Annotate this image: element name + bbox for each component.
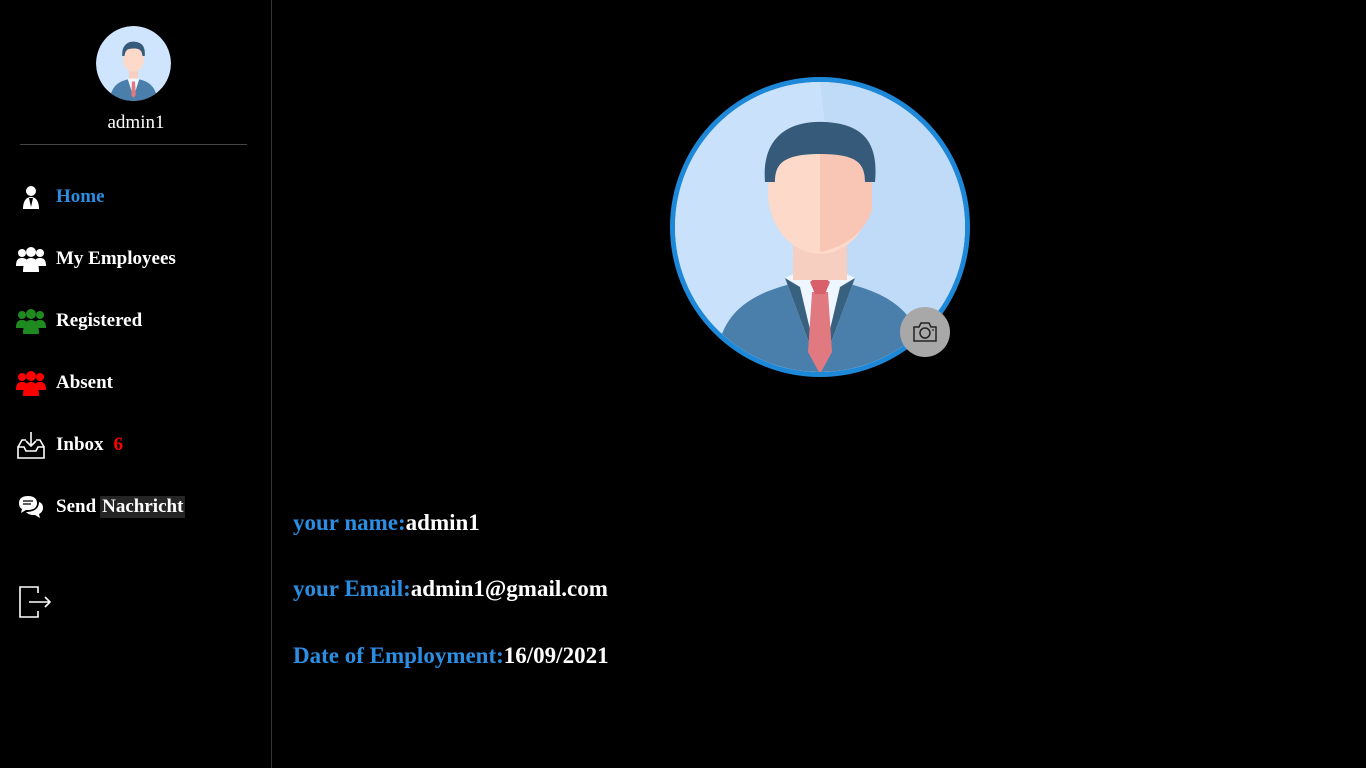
change-photo-button[interactable] <box>900 307 950 357</box>
inbox-count-badge: 6 <box>113 434 124 455</box>
name-value: admin1 <box>405 510 480 535</box>
nav-item-registered[interactable]: Registered <box>16 305 142 337</box>
nav-label-nachricht: Nachricht <box>100 496 186 518</box>
sidebar-avatar[interactable] <box>96 26 171 101</box>
name-label: your name: <box>293 510 406 535</box>
profile-name-line: your name:admin1 <box>293 510 480 536</box>
logout-icon <box>19 586 52 618</box>
nav-label-my-employees: My Employees <box>56 248 176 269</box>
nav-item-absent[interactable]: Absent <box>16 367 113 399</box>
inbox-icon <box>16 430 46 460</box>
group-red-icon <box>16 368 46 398</box>
date-label: Date of Employment: <box>293 643 504 668</box>
profile-date-line: Date of Employment:16/09/2021 <box>293 643 609 669</box>
profile-email-line: your Email:admin1@gmail.com <box>293 576 608 602</box>
email-label: your Email: <box>293 576 411 601</box>
nav-label-registered: Registered <box>56 310 143 331</box>
nav-item-my-employees[interactable]: My Employees <box>16 243 176 275</box>
nav-label-send: Send <box>56 496 97 517</box>
nav-item-send-message[interactable]: Send Nachricht <box>16 491 186 523</box>
sidebar-username: admin1 <box>107 112 165 133</box>
nav-label-home: Home <box>56 186 105 207</box>
camera-icon <box>913 322 937 342</box>
sidebar: admin1 Home My Employees Registered Abse… <box>0 0 272 768</box>
group-icon <box>16 244 46 274</box>
profile-picture <box>670 77 970 377</box>
logout-button[interactable] <box>18 585 52 619</box>
group-green-icon <box>16 306 46 336</box>
chat-icon <box>16 492 46 522</box>
sidebar-divider <box>20 144 247 145</box>
nav-item-inbox[interactable]: Inbox 6 <box>16 429 123 461</box>
nav-item-home[interactable]: Home <box>16 181 105 213</box>
nav-label-inbox: Inbox <box>56 434 104 455</box>
date-value: 16/09/2021 <box>503 643 609 668</box>
user-icon <box>16 182 46 212</box>
nav-label-absent: Absent <box>56 372 114 393</box>
email-value: admin1@gmail.com <box>410 576 608 601</box>
